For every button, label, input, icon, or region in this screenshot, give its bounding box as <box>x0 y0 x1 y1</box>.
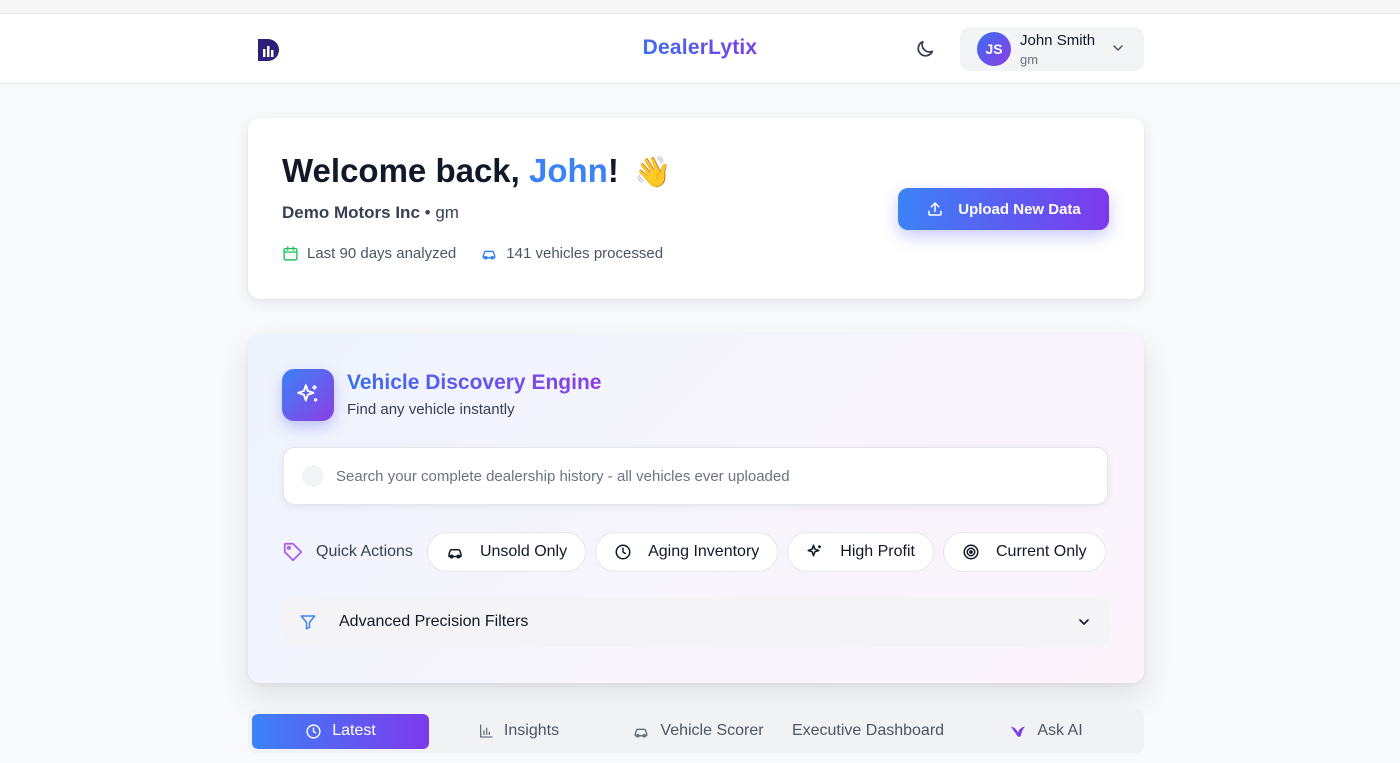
tab-executive-dashboard[interactable]: Executive Dashboard <box>788 714 948 749</box>
tab-label: Executive Dashboard <box>791 722 945 739</box>
bar-chart-icon <box>479 724 493 738</box>
car-icon <box>482 250 496 260</box>
dark-mode-moon-icon[interactable] <box>914 38 936 60</box>
car-icon <box>635 728 648 738</box>
chevron-down-icon <box>1076 614 1092 630</box>
chip-label: High Profit <box>840 543 915 560</box>
tab-insights[interactable]: Insights <box>429 714 608 749</box>
tab-label: Ask AI <box>1037 722 1083 739</box>
exclaim-text: ! <box>607 152 619 189</box>
clock-icon <box>306 723 321 739</box>
browser-top-strip <box>0 0 1400 14</box>
chip-label: Current Only <box>995 543 1087 560</box>
vehicle-search-box[interactable] <box>283 447 1108 505</box>
chip-label: Unsold Only <box>479 543 568 560</box>
quick-actions-label: Quick Actions <box>282 541 413 563</box>
tab-ask-ai[interactable]: Ask AI <box>948 714 1144 749</box>
tag-icon <box>283 542 303 562</box>
quick-actions-row: Quick Actions Unsold Only Aging Inventor… <box>282 532 1110 572</box>
tab-label: Vehicle Scorer <box>660 722 764 739</box>
company-role: gm <box>435 203 459 222</box>
welcome-card: Welcome back, John! 👋 Demo Motors Inc • … <box>248 118 1144 299</box>
user-first-name: John <box>529 152 608 189</box>
avatar: JS <box>977 32 1011 66</box>
target-icon <box>963 544 979 560</box>
car-icon <box>448 549 462 559</box>
processed-text: 141 vehicles processed <box>506 245 664 262</box>
greeting-text: Welcome back, <box>282 152 530 189</box>
upload-label: Upload New Data <box>958 200 1081 218</box>
chip-current-only[interactable]: Current Only <box>942 532 1106 572</box>
user-menu-button[interactable]: JS John Smith gm <box>960 27 1144 71</box>
filter-funnel-icon <box>299 613 317 631</box>
engine-subtitle: Find any vehicle instantly <box>347 401 515 418</box>
chip-aging-inventory[interactable]: Aging Inventory <box>595 532 779 572</box>
user-role: gm <box>1020 52 1039 67</box>
advanced-filters-label: Advanced Precision Filters <box>339 613 529 630</box>
vehicle-search-input[interactable] <box>336 467 1096 485</box>
tab-label: Latest <box>332 722 376 739</box>
waving-hand-icon: 👋 <box>634 156 672 189</box>
ai-bird-icon <box>1011 726 1026 737</box>
top-header: DealerLytix JS John Smith gm <box>0 14 1400 84</box>
company-name: Demo Motors Inc <box>282 203 420 222</box>
quick-actions-text: Quick Actions <box>316 543 413 560</box>
welcome-heading: Welcome back, John! 👋 <box>282 152 671 190</box>
upload-new-data-button[interactable]: Upload New Data <box>898 188 1109 230</box>
clock-icon <box>615 544 631 560</box>
chip-unsold-only[interactable]: Unsold Only <box>426 532 587 572</box>
chip-label: Aging Inventory <box>648 543 760 560</box>
sparkles-icon <box>807 544 822 557</box>
company-line: Demo Motors Inc • gm <box>282 203 459 223</box>
advanced-filters-toggle[interactable]: Advanced Precision Filters <box>282 597 1109 647</box>
main-tabs: Latest Insights Vehicle Scorer Executive… <box>248 709 1144 753</box>
brand-title: DealerLytix <box>642 36 758 59</box>
engine-title: Vehicle Discovery Engine <box>347 371 602 394</box>
tab-vehicle-scorer[interactable]: Vehicle Scorer <box>608 714 788 749</box>
chevron-down-icon <box>1113 45 1123 51</box>
search-icon <box>302 465 324 487</box>
tab-latest[interactable]: Latest <box>252 713 429 749</box>
upload-icon <box>928 202 942 216</box>
sparkles-icon <box>282 369 334 421</box>
separator-dot: • <box>419 203 436 222</box>
tab-label: Insights <box>503 722 560 739</box>
vehicles-processed: 141 vehicles processed <box>480 245 663 262</box>
analyzed-period: Last 90 days analyzed <box>282 245 456 262</box>
chip-high-profit[interactable]: High Profit <box>787 532 934 572</box>
vehicle-discovery-engine: Vehicle Discovery Engine Find any vehicl… <box>248 334 1144 683</box>
user-name: John Smith <box>1020 32 1096 49</box>
calendar-icon <box>283 246 298 261</box>
analyzed-text: Last 90 days analyzed <box>307 245 457 262</box>
analysis-meta: Last 90 days analyzed 141 vehicles proce… <box>282 245 687 262</box>
